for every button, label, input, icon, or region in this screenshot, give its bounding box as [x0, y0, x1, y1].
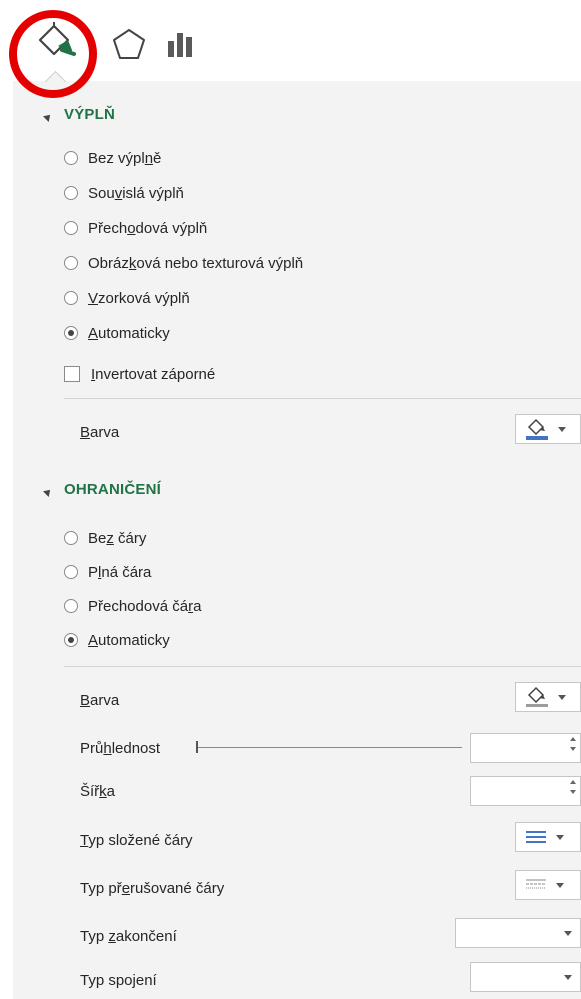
radio-button[interactable]	[64, 221, 78, 235]
cap-type-label: Typ zakončení	[80, 928, 177, 945]
paint-bucket-icon	[526, 418, 548, 440]
border-option-gradient[interactable]: Přechodová čára	[64, 595, 201, 617]
divider	[64, 398, 581, 399]
fill-option-picture[interactable]: Obrázková nebo texturová výplň	[64, 252, 303, 274]
cap-type-dropdown[interactable]	[455, 918, 581, 948]
option-label: Automaticky	[88, 631, 170, 649]
compound-type-label: Typ složené čáry	[80, 832, 193, 849]
invert-negative-checkbox[interactable]: Invertovat záporné	[64, 363, 215, 385]
border-option-automatic[interactable]: Automaticky	[64, 629, 170, 651]
transparency-input[interactable]	[470, 733, 581, 763]
transparency-slider[interactable]	[196, 740, 462, 756]
radio-button[interactable]	[64, 186, 78, 200]
chevron-down-icon	[558, 694, 566, 700]
pentagon-icon	[113, 29, 145, 59]
fill-section-title[interactable]: VÝPLŇ	[64, 106, 115, 123]
option-label: Vzorková výplň	[88, 289, 190, 307]
fill-option-pattern[interactable]: Vzorková výplň	[64, 287, 190, 309]
option-label: Bez výplně	[88, 149, 162, 167]
chevron-down-icon	[556, 834, 564, 840]
divider	[64, 666, 581, 667]
format-tab-bar	[13, 0, 581, 82]
paint-bucket-icon	[526, 686, 548, 707]
option-label: Přechodová čára	[88, 597, 202, 615]
option-label: Přechodová výplň	[88, 219, 208, 237]
transparency-label: Průhlednost	[80, 740, 161, 757]
radio-button-checked[interactable]	[64, 633, 78, 647]
spinner[interactable]	[570, 737, 576, 751]
option-label: Bez čáry	[88, 529, 147, 547]
tab-series-options[interactable]	[166, 29, 196, 59]
compound-lines-icon	[526, 831, 546, 843]
checkbox-label: Invertovat záporné	[91, 365, 216, 383]
chevron-down-icon	[564, 975, 572, 980]
width-label: Šířka	[80, 783, 116, 800]
dash-type-button[interactable]	[515, 870, 581, 900]
radio-button[interactable]	[64, 565, 78, 579]
slider-track	[198, 747, 462, 748]
width-input[interactable]	[470, 776, 581, 806]
option-label: Souvislá výplň	[88, 184, 184, 202]
chevron-down-icon	[564, 931, 572, 936]
bar-chart-icon	[168, 33, 192, 57]
radio-button[interactable]	[64, 151, 78, 165]
option-label: Automaticky	[88, 324, 170, 342]
border-option-none[interactable]: Bez čáry	[64, 527, 146, 549]
join-type-dropdown[interactable]	[470, 962, 581, 992]
radio-button[interactable]	[64, 599, 78, 613]
option-label: Plná čára	[88, 563, 152, 581]
fill-option-automatic[interactable]: Automaticky	[64, 322, 170, 344]
fill-color-label: Barva	[80, 424, 120, 441]
fill-option-none[interactable]: Bez výplně	[64, 147, 161, 169]
border-option-solid[interactable]: Plná čára	[64, 561, 151, 583]
radio-button[interactable]	[64, 291, 78, 305]
chevron-down-icon	[556, 882, 564, 888]
highlight-circle	[9, 10, 97, 98]
spinner[interactable]	[570, 780, 576, 794]
fill-option-solid[interactable]: Souvislá výplň	[64, 182, 184, 204]
dashed-lines-icon	[526, 879, 546, 889]
fill-color-button[interactable]	[515, 414, 581, 444]
radio-button-checked[interactable]	[64, 326, 78, 340]
join-type-label: Typ spojení	[80, 972, 157, 989]
border-section-title[interactable]: OHRANIČENÍ	[64, 481, 161, 498]
fill-option-gradient[interactable]: Přechodová výplň	[64, 217, 207, 239]
compound-type-button[interactable]	[515, 822, 581, 852]
tab-effects[interactable]	[111, 27, 147, 61]
radio-button[interactable]	[64, 531, 78, 545]
option-label: Obrázková nebo texturová výplň	[88, 254, 304, 272]
dash-type-label: Typ přerušované čáry	[80, 880, 225, 897]
border-color-label: Barva	[80, 692, 120, 709]
chevron-down-icon	[558, 426, 566, 432]
radio-button[interactable]	[64, 256, 78, 270]
checkbox[interactable]	[64, 366, 80, 382]
border-color-button[interactable]	[515, 682, 581, 712]
